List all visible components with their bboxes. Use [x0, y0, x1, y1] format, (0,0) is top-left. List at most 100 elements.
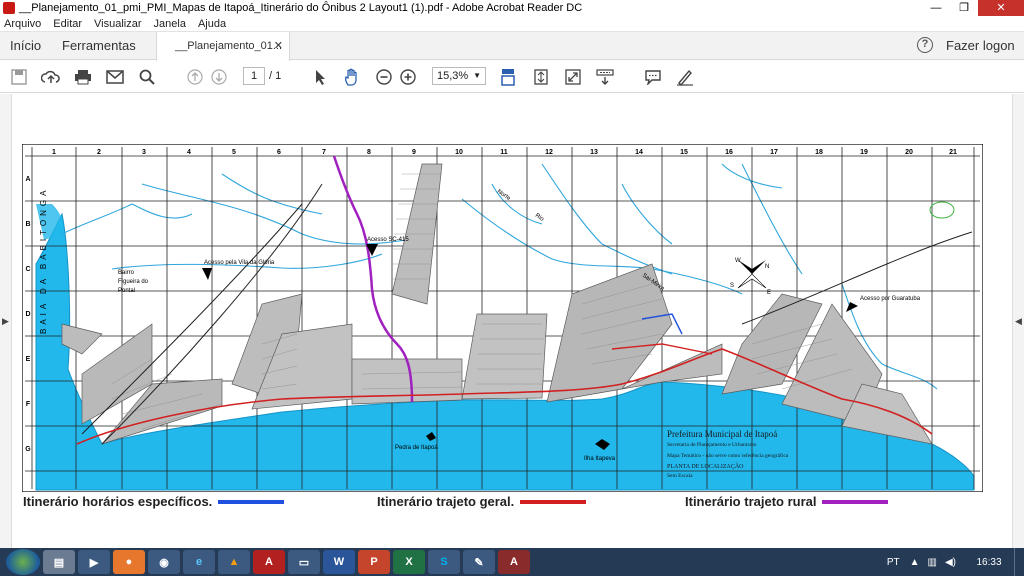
start-button[interactable]: [6, 549, 40, 575]
comment-icon[interactable]: [643, 67, 663, 87]
row-label: D: [25, 311, 30, 318]
zoom-select[interactable]: 15,3% ▼: [432, 67, 486, 85]
media-player-icon[interactable]: ▶: [78, 550, 110, 574]
fit-page-icon[interactable]: [531, 67, 551, 87]
col-label: 14: [635, 149, 643, 156]
scroll-mode-icon[interactable]: [498, 67, 518, 87]
col-label: 17: [770, 149, 778, 156]
map-figure: 1 2 3 4 5 6 7 8 9 10 11 12 13 14 15 16 1…: [22, 144, 983, 492]
tab-close-icon[interactable]: ✕: [274, 39, 283, 52]
zoom-in-icon[interactable]: [398, 67, 418, 87]
system-tray: PT ▲ ▥ ◀) 16:33: [887, 548, 1024, 576]
legend-general-label: Itinerário trajeto geral.: [377, 494, 515, 509]
col-label: 2: [97, 149, 101, 156]
show-desktop-button[interactable]: [1014, 548, 1024, 576]
col-label: 1: [52, 149, 56, 156]
vlc-icon[interactable]: ▲: [218, 550, 250, 574]
chevron-left-icon: ◀: [1015, 316, 1022, 326]
login-link[interactable]: Fazer logon: [946, 38, 1015, 53]
col-label: 8: [367, 149, 371, 156]
window-title: __Planejamento_01_pmi_PMI_Mapas de Itapo…: [19, 2, 583, 14]
explorer-icon[interactable]: ▤: [43, 550, 75, 574]
select-icon[interactable]: [310, 67, 330, 87]
fullscreen-icon[interactable]: [563, 67, 583, 87]
volume-icon[interactable]: ◀): [945, 557, 956, 568]
acrobat-reader-icon[interactable]: A: [498, 550, 530, 574]
window-titlebar: __Planejamento_01_pmi_PMI_Mapas de Itapo…: [0, 0, 1024, 16]
chevron-right-icon: ▶: [2, 316, 9, 326]
ie-icon[interactable]: e: [183, 550, 215, 574]
page-number-input[interactable]: 1: [243, 67, 265, 85]
maximize-button[interactable]: ❐: [950, 0, 978, 16]
zoom-value: 15,3%: [437, 70, 469, 82]
acrobat-app-icon: [3, 2, 15, 14]
tab-bar: Início Ferramentas __Planejamento_01... …: [0, 32, 1024, 61]
chrome-icon[interactable]: ◉: [148, 550, 180, 574]
word-icon[interactable]: W: [323, 550, 355, 574]
menu-janela[interactable]: Janela: [154, 18, 186, 30]
svg-text:Sem Escala: Sem Escala: [667, 473, 693, 479]
legend-general: Itinerário trajeto geral.: [377, 494, 587, 509]
menu-ajuda[interactable]: Ajuda: [198, 18, 226, 30]
row-label: G: [25, 446, 31, 453]
label-figueira: Figueira do: [118, 279, 149, 285]
right-panel-toggle[interactable]: ◀: [1012, 94, 1024, 548]
firefox-icon[interactable]: ●: [113, 550, 145, 574]
bay-label: BAIA DA BABITONGA: [39, 187, 48, 334]
search-icon[interactable]: [137, 67, 157, 87]
save-icon[interactable]: [9, 67, 29, 87]
network-icon[interactable]: ▥: [928, 557, 937, 568]
window-controls: — ❐ ✕: [922, 0, 1024, 16]
sign-icon[interactable]: [675, 67, 695, 87]
notepad-icon[interactable]: ▭: [288, 550, 320, 574]
svg-text:Mapa Temático - não serve como: Mapa Temático - não serve como referênci…: [667, 452, 789, 459]
tab-home[interactable]: Início: [10, 38, 41, 53]
print-icon[interactable]: [73, 67, 93, 87]
svg-text:Secretaria de Planejamento e U: Secretaria de Planejamento e Urbanismo: [667, 442, 757, 448]
menu-arquivo[interactable]: Arquivo: [4, 18, 41, 30]
page-total: / 1: [269, 70, 282, 82]
tray-arrow-icon[interactable]: ▲: [910, 557, 920, 568]
legend-rural-swatch: [822, 499, 889, 504]
legend-specific-swatch: [218, 499, 285, 504]
minimize-button[interactable]: —: [922, 0, 950, 16]
language-indicator[interactable]: PT: [887, 557, 900, 568]
left-panel-toggle[interactable]: ▶: [0, 94, 12, 548]
label-acesso-sc: Acesso SC-415: [367, 237, 409, 243]
hand-icon[interactable]: [342, 67, 362, 87]
legend-specific-label: Itinerário horários específicos.: [23, 494, 213, 509]
row-label: F: [26, 401, 31, 408]
tab-document[interactable]: __Planejamento_01... ✕: [156, 32, 290, 61]
skype-icon[interactable]: S: [428, 550, 460, 574]
help-icon[interactable]: ?: [917, 37, 933, 53]
row-label: E: [26, 356, 31, 363]
label-pedra: Pedra de Itapoá: [395, 445, 438, 451]
mail-icon[interactable]: [105, 67, 125, 87]
legend-rural: Itinerário trajeto rural: [685, 494, 889, 509]
row-label: B: [25, 221, 30, 228]
powerpoint-icon[interactable]: P: [358, 550, 390, 574]
read-mode-icon[interactable]: [595, 67, 615, 87]
page-down-icon[interactable]: [209, 67, 229, 87]
legend-specific: Itinerário horários específicos.: [23, 494, 285, 509]
acrobat-icon[interactable]: A: [253, 550, 285, 574]
page-up-icon[interactable]: [185, 67, 205, 87]
col-label: 18: [815, 149, 823, 156]
chevron-down-icon: ▼: [473, 71, 481, 80]
label-ilha: Ilha Itapeva: [584, 456, 616, 462]
menu-visualizar[interactable]: Visualizar: [94, 18, 142, 30]
col-label: 10: [455, 149, 463, 156]
upload-icon[interactable]: [41, 67, 61, 87]
tab-tools[interactable]: Ferramentas: [62, 38, 136, 53]
label-acesso-guaratuba: Acesso por Guaratuba: [860, 296, 921, 302]
zoom-out-icon[interactable]: [374, 67, 394, 87]
col-label: 7: [322, 149, 326, 156]
close-window-button[interactable]: ✕: [978, 0, 1024, 16]
clock[interactable]: 16:33: [964, 557, 1014, 568]
menu-editar[interactable]: Editar: [53, 18, 82, 30]
excel-icon[interactable]: X: [393, 550, 425, 574]
paint-icon[interactable]: ✎: [463, 550, 495, 574]
label-acesso-vila: Acesso pela Vila da Glória: [204, 260, 275, 266]
col-label: 3: [142, 149, 146, 156]
col-label: 20: [905, 149, 913, 156]
